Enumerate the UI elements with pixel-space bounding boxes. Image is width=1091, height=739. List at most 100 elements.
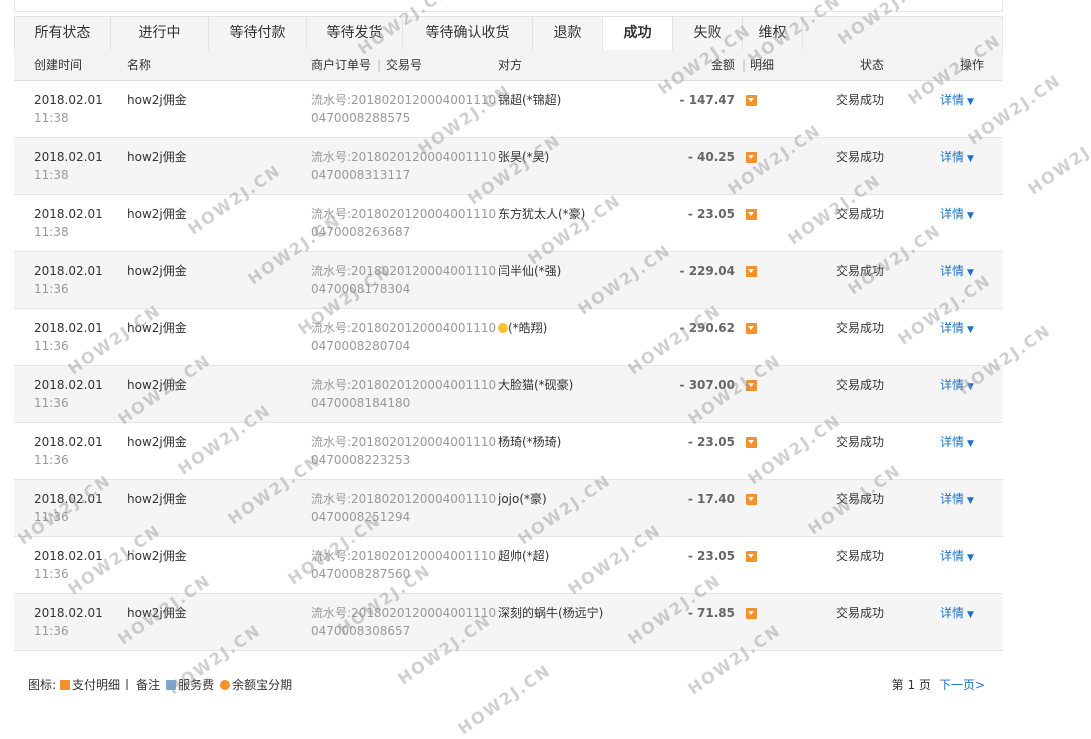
caret-down-icon: ▼ [967,439,974,449]
tab-7[interactable]: 失败 [673,17,743,50]
watermark-text: HOW2J.CN [1024,120,1091,199]
payment-detail-icon[interactable] [746,437,757,448]
tab-0[interactable]: 所有状态 [15,17,111,50]
row-details-link[interactable]: 详情 ▼ [940,262,974,282]
row-date: 2018.02.01 [34,150,103,164]
row-details-link[interactable]: 详情 ▼ [940,205,974,225]
row-name: how2j佣金 [127,492,187,506]
tab-3[interactable]: 等待发货 [307,17,403,50]
row-status: 交易成功 [836,150,885,164]
payment-detail-icon[interactable] [746,380,757,391]
legend-fee: 服务费 [178,678,215,692]
row-date: 2018.02.01 [34,321,103,335]
row-name: how2j佣金 [127,264,187,278]
payment-detail-icon[interactable] [746,323,757,334]
row-serial-prefix: 流水号:2018020120004001110 [311,207,497,221]
row-serial-prefix: 流水号:2018020120004001110 [311,492,497,506]
row-amount: - 229.04 [679,264,735,278]
table-row: 2018.02.01 11:36 how2j佣金 流水号:20180201200040… [14,423,1003,480]
row-party: 闫半仙(*强) [498,262,561,280]
tab-4[interactable]: 等待确认收货 [403,17,533,50]
status-tabs: 所有状态 进行中 等待付款 等待发货 等待确认收货 退款 成功 失败 维权 [14,16,1003,51]
col-party: 对方 [498,58,523,72]
payment-detail-icon[interactable] [746,152,757,163]
payment-detail-icon[interactable] [746,209,757,220]
table-row: 2018.02.01 11:36 how2j佣金 流水号:20180201200040… [14,537,1003,594]
caret-down-icon: ▼ [967,97,974,107]
row-serial-suffix: 0470008223253 [311,453,411,467]
col-action: 操作 [960,58,985,72]
row-serial-prefix: 流水号:2018020120004001110 [311,378,497,392]
row-status: 交易成功 [836,549,885,563]
service-fee-icon [166,680,177,690]
row-amount: - 17.40 [687,492,735,506]
note-flag-icon [126,679,135,690]
pagination: 第 1 页下一页> [892,676,985,693]
next-page-link[interactable]: 下一页> [939,678,985,692]
row-date: 2018.02.01 [34,435,103,449]
row-time: 11:36 [34,396,69,410]
row-status: 交易成功 [836,321,885,335]
row-amount: - 23.05 [687,435,735,449]
legend-pay: 支付明细 [72,678,121,692]
watermark-text: HOW2J.CN [454,660,555,739]
row-details-link[interactable]: 详情 ▼ [940,490,974,510]
row-details-link[interactable]: 详情 ▼ [940,433,974,453]
row-details-link[interactable]: 详情 ▼ [940,148,974,168]
row-details-link[interactable]: 详情 ▼ [940,376,974,396]
details-label: 详情 [940,264,965,278]
row-time: 11:38 [34,168,69,182]
row-details-link[interactable]: 详情 ▼ [940,604,974,624]
row-name: how2j佣金 [127,150,187,164]
row-serial-suffix: 0470008251294 [311,510,411,524]
row-party-name: 深刻的蜗牛(杨远宁) [498,606,604,620]
row-time: 11:36 [34,567,69,581]
row-amount: - 23.05 [687,549,735,563]
tab-2[interactable]: 等待付款 [209,17,307,50]
table-row: 2018.02.01 11:36 how2j佣金 流水号:20180201200040… [14,309,1003,366]
row-details-link[interactable]: 详情 ▼ [940,91,974,111]
row-party-name: 闫半仙(*强) [498,264,562,278]
col-name: 名称 [127,58,152,72]
row-status: 交易成功 [836,378,885,392]
row-party-name: 杨琦(*杨琦) [498,435,562,449]
row-status: 交易成功 [836,207,885,221]
row-name: how2j佣金 [127,93,187,107]
row-serial-suffix: 0470008263687 [311,225,411,239]
legend-note: 备注 [136,678,161,692]
details-label: 详情 [940,207,965,221]
tab-1[interactable]: 进行中 [111,17,209,50]
row-party: 大脸猫(*砚豪) [498,376,573,394]
caret-down-icon: ▼ [967,268,974,278]
table-row: 2018.02.01 11:36 how2j佣金 流水号:20180201200040… [14,480,1003,537]
payment-detail-icon[interactable] [746,608,757,619]
payment-detail-icon[interactable] [746,551,757,562]
row-amount: - 23.05 [687,207,735,221]
payment-detail-icon[interactable] [746,266,757,277]
payment-detail-icon[interactable] [746,95,757,106]
top-strip [14,0,1003,12]
page-indicator: 第 1 页 [891,678,931,692]
tab-6[interactable]: 成功 [603,17,673,51]
row-details-link[interactable]: 详情 ▼ [940,547,974,567]
row-details-link[interactable]: 详情 ▼ [940,319,974,339]
payment-detail-icon[interactable] [746,494,757,505]
tab-8[interactable]: 维权 [743,17,803,50]
row-party: 深刻的蜗牛(杨远宁) [498,604,603,622]
row-date: 2018.02.01 [34,378,103,392]
col-status: 状态 [860,58,885,72]
row-party: (*皓翔) [498,319,547,337]
row-name: how2j佣金 [127,435,187,449]
row-name: how2j佣金 [127,378,187,392]
row-serial-suffix: 0470008287560 [311,567,411,581]
row-party-name: 东方犹太人(*豪) [498,207,586,221]
caret-down-icon: ▼ [967,325,974,335]
col-sep-2: | [742,58,747,72]
details-label: 详情 [940,150,965,164]
col-detail: 明细 [750,58,775,72]
row-amount: - 307.00 [679,378,735,392]
row-amount: - 147.47 [679,93,735,107]
row-status: 交易成功 [836,492,885,506]
row-time: 11:36 [34,339,69,353]
tab-5[interactable]: 退款 [533,17,603,50]
